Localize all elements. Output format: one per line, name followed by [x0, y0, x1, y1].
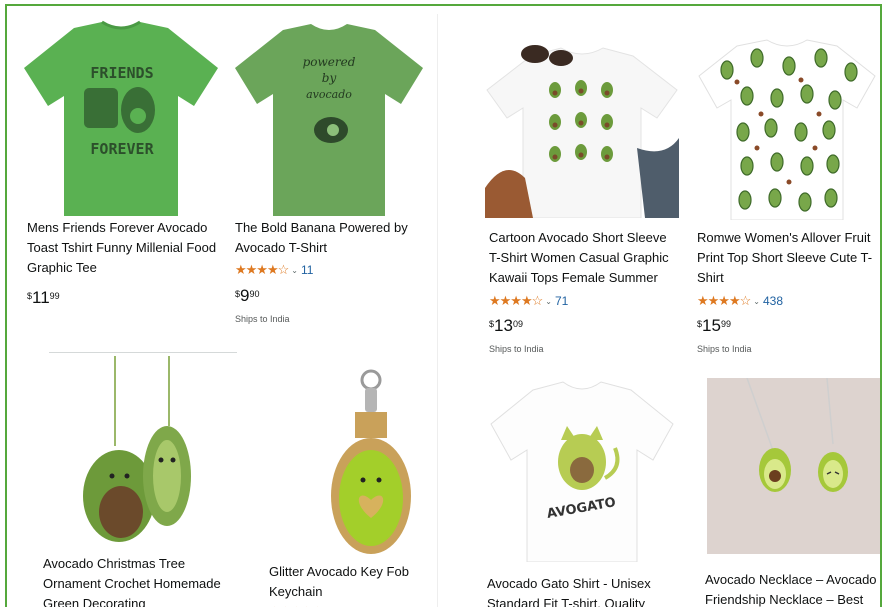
product-price: $ 13 09 — [489, 316, 523, 335]
product-price: $ 15 99 — [697, 316, 731, 335]
product-rating[interactable]: ★★★★☆ ⌄ 71 — [489, 293, 568, 309]
product-image[interactable] — [325, 368, 417, 558]
product-image[interactable] — [485, 38, 679, 218]
product-card[interactable]: Cartoon Avocado Short Sleeve T-Shirt Wom… — [437, 6, 679, 356]
product-grid: FRIENDS FOREVER Mens Friends Forever Avo… — [5, 4, 882, 607]
chevron-down-icon: ⌄ — [753, 296, 760, 306]
product-image[interactable]: powered by avocado — [233, 20, 425, 216]
product-image[interactable] — [707, 378, 880, 554]
chevron-down-icon: ⌄ — [545, 296, 552, 306]
product-title[interactable]: The Bold Banana Powered by Avocado T-Shi… — [235, 218, 425, 258]
product-card[interactable]: Glitter Avocado Key Fob Keychain ★★★★☆ ⌄… — [237, 346, 437, 607]
product-image[interactable] — [77, 356, 201, 546]
product-image[interactable]: AVOGATO — [489, 378, 675, 562]
shipping-info: Ships to India — [235, 314, 290, 324]
product-image[interactable] — [697, 36, 877, 220]
product-title[interactable]: Romwe Women's Allover Fruit Print Top Sh… — [697, 228, 880, 288]
product-title[interactable]: Avocado Gato Shirt - Unisex Standard Fit… — [487, 574, 671, 607]
rating-count[interactable]: 71 — [555, 294, 568, 308]
product-title[interactable]: Glitter Avocado Key Fob Keychain — [269, 562, 429, 602]
product-card[interactable]: Avocado Christmas Tree Ornament Crochet … — [7, 346, 237, 607]
rating-count[interactable]: 438 — [763, 294, 783, 308]
shirt-print-text: by — [322, 71, 337, 85]
shirt-print-text: avocado — [306, 88, 352, 101]
chevron-down-icon: ⌄ — [291, 265, 298, 275]
star-rating-icon: ★★★★☆ — [235, 262, 289, 277]
product-card[interactable]: Avocado Necklace – Avocado Friendship Ne… — [657, 356, 880, 607]
product-price: $ 9 90 — [235, 286, 260, 305]
product-card[interactable]: AVOGATO Avocado Gato Shirt - Unisex Stan… — [437, 356, 674, 607]
product-rating[interactable]: ★★★★☆ ⌄ 438 — [697, 293, 783, 309]
rating-count[interactable]: 11 — [301, 263, 313, 277]
shipping-info: Ships to India — [697, 344, 752, 354]
product-rating[interactable]: ★★★★☆ ⌄ 11 — [235, 262, 313, 278]
shipping-info: Ships to India — [489, 344, 544, 354]
star-rating-icon: ★★★★☆ — [697, 293, 751, 308]
product-title[interactable]: Avocado Christmas Tree Ornament Crochet … — [43, 554, 233, 607]
product-card[interactable]: powered by avocado The Bold Banana Power… — [7, 6, 437, 346]
product-title[interactable]: Avocado Necklace – Avocado Friendship Ne… — [705, 570, 880, 607]
product-card[interactable]: Romwe Women's Allover Fruit Print Top Sh… — [657, 6, 880, 356]
star-rating-icon: ★★★★☆ — [489, 293, 543, 308]
shirt-print-text: powered — [303, 55, 356, 69]
product-title[interactable]: Cartoon Avocado Short Sleeve T-Shirt Wom… — [489, 228, 679, 288]
